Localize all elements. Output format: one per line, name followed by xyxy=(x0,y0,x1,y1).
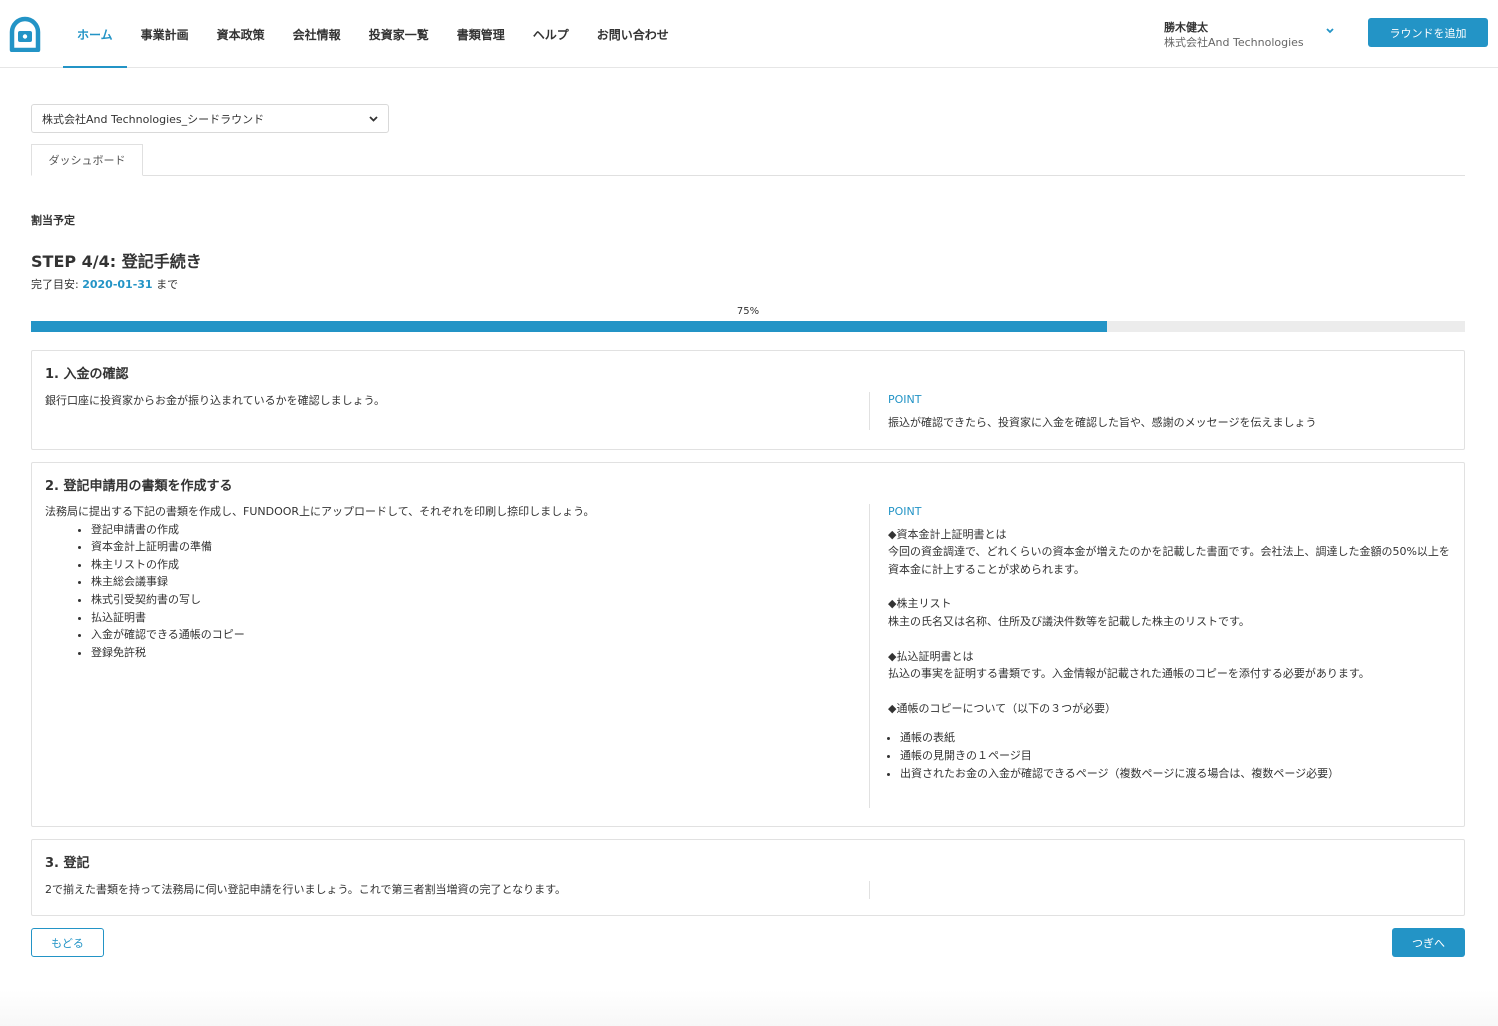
document-list: 登記申請書の作成 資本金計上証明書の準備 株主リストの作成 株主総会議事録 株式… xyxy=(45,521,845,662)
list-item: 入金が確認できる通帳のコピー xyxy=(91,626,845,644)
card-title: 1. 入金の確認 xyxy=(45,367,129,382)
top-header: ホーム 事業計画 資本政策 会社情報 投資家一覧 書類管理 ヘルプ お問い合わせ… xyxy=(0,0,1498,68)
nav-contact[interactable]: お問い合わせ xyxy=(583,0,683,68)
point-label: POINT xyxy=(888,393,922,406)
section-label: 割当予定 xyxy=(31,214,75,227)
card-divider xyxy=(869,881,870,899)
footer-background xyxy=(0,990,1498,1026)
point-heading: ◆資本金計上証明書とは xyxy=(888,527,1007,541)
point-block: ◆払込証明書とは 払込の事実を証明する書類です。入金情報が記載された通帳のコピー… xyxy=(888,648,1458,683)
passbook-list: 通帳の表紙 通帳の見開きの１ページ目 出資されたお金の入金が確認できるページ（複… xyxy=(888,729,1458,782)
main-nav: ホーム 事業計画 資本政策 会社情報 投資家一覧 書類管理 ヘルプ お問い合わせ xyxy=(63,0,683,68)
point-heading: ◆通帳のコピーについて（以下の３つが必要） xyxy=(888,701,1117,715)
nav-home[interactable]: ホーム xyxy=(63,0,127,68)
back-button[interactable]: もどる xyxy=(31,928,104,957)
progress-bar xyxy=(31,321,1465,332)
fundoor-logo-icon[interactable] xyxy=(8,16,42,52)
list-item: 資本金計上証明書の準備 xyxy=(91,538,845,556)
point-block: ◆通帳のコピーについて（以下の３つが必要） xyxy=(888,700,1458,718)
nav-capital-policy[interactable]: 資本政策 xyxy=(203,0,279,68)
list-item: 通帳の見開きの１ページ目 xyxy=(900,747,1458,765)
round-select[interactable]: 株式会社And Technologies_シードラウンド xyxy=(31,104,389,133)
card-body: 2で揃えた書類を持って法務局に伺い登記申請を行いましょう。これで第三者割当増資の… xyxy=(45,883,567,896)
list-item: 株主総会議事録 xyxy=(91,573,845,591)
point-heading: ◆株主リスト xyxy=(888,597,952,611)
next-button[interactable]: つぎへ xyxy=(1392,928,1465,957)
nav-investors[interactable]: 投資家一覧 xyxy=(355,0,443,68)
list-item: 通帳の表紙 xyxy=(900,729,1458,747)
point-text: 株主の氏名又は名称、住所及び議決件数等を記載した株主のリストです。 xyxy=(888,614,1250,628)
add-round-button[interactable]: ラウンドを追加 xyxy=(1368,18,1488,47)
card-title: 3. 登記 xyxy=(45,856,90,871)
point-panel: POINT 振込が確認できたら、投資家に入金を確認した旨や、感謝のメッセージを伝… xyxy=(888,391,1458,431)
point-label: POINT xyxy=(888,505,922,518)
point-text: 今回の資金調達で、どれくらいの資本金が増えたのかを記載した書面です。会社法上、調… xyxy=(888,545,1450,576)
card-divider xyxy=(869,504,870,808)
user-company: 株式会社And Technologies xyxy=(1164,36,1304,49)
card-registration: 3. 登記 2で揃えた書類を持って法務局に伺い登記申請を行いましょう。これで第三… xyxy=(31,839,1465,916)
point-block: ◆株主リスト 株主の氏名又は名称、住所及び議決件数等を記載した株主のリストです。 xyxy=(888,595,1458,630)
due-prefix: 完了目安: xyxy=(31,278,83,291)
point-text: 払込の事実を証明する書類です。入金情報が記載された通帳のコピーを添付する必要があ… xyxy=(888,667,1370,681)
point-text: 振込が確認できたら、投資家に入金を確認した旨や、感謝のメッセージを伝えましょう xyxy=(888,415,1317,429)
progress-label: 75% xyxy=(736,306,760,317)
point-panel: POINT ◆資本金計上証明書とは 今回の資金調達で、どれくらいの資本金が増えた… xyxy=(888,503,1458,782)
user-menu[interactable]: 勝木健太 株式会社And Technologies xyxy=(1164,21,1304,51)
chevron-down-icon xyxy=(369,116,378,122)
list-item: 登録免許税 xyxy=(91,644,845,662)
user-name: 勝木健太 xyxy=(1164,21,1208,34)
card-registration-documents: 2. 登記申請用の書類を作成する 法務局に提出する下記の書類を作成し、FUNDO… xyxy=(31,462,1465,827)
tab-dashboard[interactable]: ダッシュボード xyxy=(31,144,143,176)
step-title: STEP 4/4: 登記手続き xyxy=(31,252,202,271)
nav-company-info[interactable]: 会社情報 xyxy=(279,0,355,68)
list-item: 出資されたお金の入金が確認できるページ（複数ページに渡る場合は、複数ページ必要） xyxy=(900,765,1458,783)
point-heading: ◆払込証明書とは xyxy=(888,649,974,663)
card-deposit-check: 1. 入金の確認 銀行口座に投資家からお金が振り込まれているかを確認しましょう。… xyxy=(31,350,1465,450)
tabs-divider xyxy=(31,175,1465,176)
nav-help[interactable]: ヘルプ xyxy=(519,0,583,68)
card-body: 銀行口座に投資家からお金が振り込まれているかを確認しましょう。 xyxy=(45,394,386,407)
due-suffix: まで xyxy=(152,278,179,291)
chevron-down-icon[interactable] xyxy=(1324,26,1336,36)
card-body-text: 法務局に提出する下記の書類を作成し、FUNDOOR上にアップロードして、それぞれ… xyxy=(45,505,595,518)
round-select-value: 株式会社And Technologies_シードラウンド xyxy=(42,112,265,126)
card-divider xyxy=(869,392,870,430)
due-date: 2020-01-31 xyxy=(82,278,153,291)
card-body: 法務局に提出する下記の書類を作成し、FUNDOOR上にアップロードして、それぞれ… xyxy=(45,503,845,661)
nav-documents[interactable]: 書類管理 xyxy=(443,0,519,68)
list-item: 登記申請書の作成 xyxy=(91,521,845,539)
progress-fill xyxy=(31,321,1107,332)
point-block: ◆資本金計上証明書とは 今回の資金調達で、どれくらいの資本金が増えたのかを記載し… xyxy=(888,526,1458,579)
nav-business-plan[interactable]: 事業計画 xyxy=(127,0,203,68)
list-item: 払込証明書 xyxy=(91,609,845,627)
list-item: 株主リストの作成 xyxy=(91,556,845,574)
due-date-line: 完了目安: 2020-01-31 まで xyxy=(31,276,178,292)
card-title: 2. 登記申請用の書類を作成する xyxy=(45,479,233,494)
list-item: 株式引受契約書の写し xyxy=(91,591,845,609)
